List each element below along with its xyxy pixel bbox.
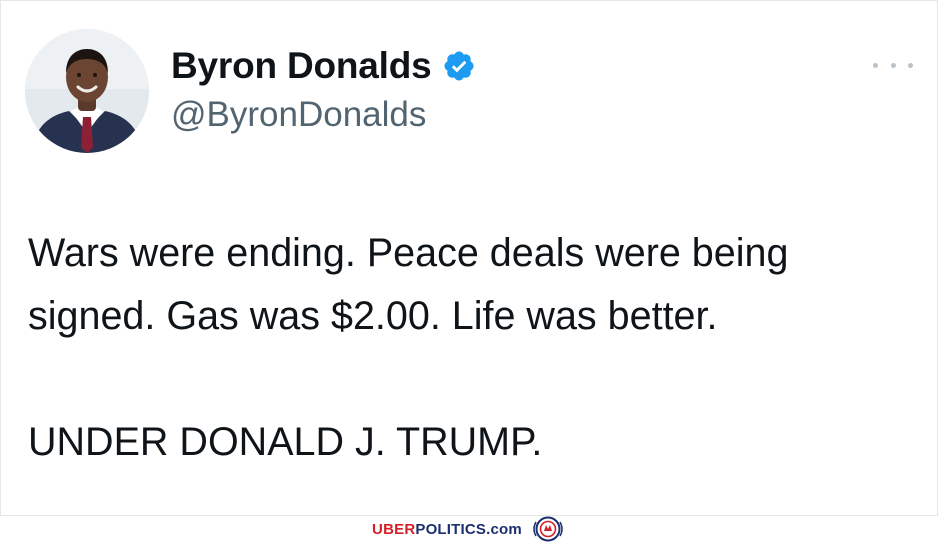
more-dot xyxy=(890,62,896,68)
tweet-text-line: UNDER DONALD J. TRUMP. xyxy=(28,420,543,464)
watermark-politics: POLITICS.com xyxy=(415,520,522,538)
author-name-row: Byron Donalds xyxy=(171,41,476,91)
watermark-logo-icon xyxy=(528,516,568,542)
author-handle[interactable]: @ByronDonalds xyxy=(171,95,426,135)
more-horizontal-icon[interactable] xyxy=(873,55,913,75)
avatar-photo xyxy=(25,29,149,153)
verified-badge-icon xyxy=(442,49,476,83)
watermark-text: UBERPOLITICS.com xyxy=(372,521,522,538)
tweet-card: Byron Donalds @ByronDonalds Wars were en… xyxy=(0,0,938,516)
tweet-text-line: Wars were ending. Peace deals were being xyxy=(28,231,789,275)
avatar[interactable] xyxy=(25,29,149,153)
tweet-text: Wars were ending. Peace deals were being… xyxy=(28,222,918,474)
more-dot xyxy=(908,62,913,68)
tweet-text-line: signed. Gas was $2.00. Life was better. xyxy=(28,294,718,338)
more-dot xyxy=(873,62,878,68)
watermark-uber: UBER xyxy=(372,520,416,538)
author-display-name[interactable]: Byron Donalds xyxy=(171,45,432,87)
watermark: UBERPOLITICS.com xyxy=(0,516,940,542)
